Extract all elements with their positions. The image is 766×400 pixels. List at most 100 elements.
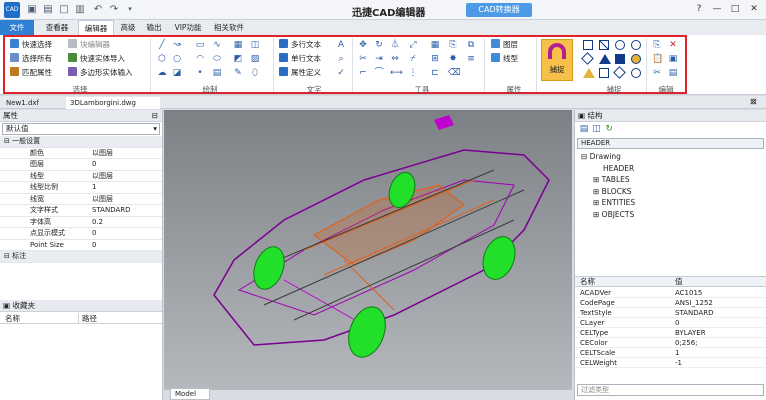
property-row[interactable]: 点显示模式 0	[0, 228, 162, 240]
region-icon[interactable]: ◫	[250, 40, 260, 50]
snap-button[interactable]: 捕捉	[541, 39, 573, 81]
close-button[interactable]: ✕	[745, 2, 763, 17]
help-button[interactable]: ?	[690, 2, 708, 17]
align-icon[interactable]: ≡	[466, 54, 476, 64]
grid-row[interactable]: CELWeight -1	[575, 358, 766, 368]
grid-row[interactable]: CLayer 0	[575, 318, 766, 328]
header-selector[interactable]: HEADER	[577, 138, 764, 149]
property-row[interactable]: 线型比例 1	[0, 182, 162, 194]
trim-icon[interactable]: ✂	[358, 54, 368, 64]
grid-row[interactable]: ACADVer AC1015	[575, 288, 766, 298]
break-icon[interactable]: ⌿	[408, 54, 418, 64]
measure-icon[interactable]: ✎	[233, 68, 243, 78]
match-properties-button[interactable]: 匹配属性	[10, 67, 52, 79]
save-icon[interactable]: ▣	[26, 3, 38, 16]
cad-converter-button[interactable]: CAD转换器	[466, 3, 532, 17]
ellipse-icon[interactable]: ⬭	[212, 54, 222, 64]
polygon-entity-input-button[interactable]: 多边形实体输入	[68, 67, 133, 79]
hatch-icon[interactable]: ▦	[233, 40, 243, 50]
revcloud-icon[interactable]: ☁	[157, 68, 167, 78]
tree-node-header[interactable]: HEADER	[581, 163, 766, 175]
rectangle-icon[interactable]: ▭	[195, 40, 205, 50]
grid-row[interactable]: CELTScale 1	[575, 348, 766, 358]
mirror-icon[interactable]: ⏃	[390, 40, 400, 50]
close-doc-icon[interactable]: ⊠	[750, 97, 757, 106]
grid-row[interactable]: CEColor 0;256;	[575, 338, 766, 348]
extend-icon[interactable]: ⇥	[374, 54, 384, 64]
property-row[interactable]: 图层 0	[0, 159, 162, 171]
polyline-icon[interactable]: ↝	[172, 40, 182, 50]
customize-icon[interactable]: ▾	[124, 3, 136, 16]
linetype-button[interactable]: 线型	[491, 53, 518, 65]
copy-icon[interactable]: ⎘	[652, 40, 662, 50]
boundary-icon[interactable]: ⬯	[250, 68, 260, 78]
attribute-definition-button[interactable]: 属性定义	[279, 67, 321, 79]
minimize-button[interactable]: —	[708, 2, 726, 17]
mtext-button[interactable]: 多行文本	[279, 39, 321, 51]
rotate-icon[interactable]: ↻	[374, 40, 384, 50]
image-icon[interactable]: ▨	[250, 54, 260, 64]
paste-icon[interactable]: 📋	[652, 54, 663, 64]
explode-icon[interactable]: ✸	[448, 54, 458, 64]
pin-icon[interactable]: ⊟	[152, 110, 158, 122]
stretch-icon[interactable]: ⇔	[390, 54, 400, 64]
polygon-icon[interactable]: ⬡	[157, 54, 167, 64]
fillet-icon[interactable]: ⌒	[374, 68, 384, 78]
doc-tab-lamborgini[interactable]: 3DLamborgini.dwg	[66, 97, 160, 109]
new-icon[interactable]: □	[58, 3, 70, 16]
snap-nearest-icon[interactable]	[631, 54, 641, 64]
grid-row[interactable]: TextStyle STANDARD	[575, 308, 766, 318]
filter-type-input[interactable]: 过滤类型	[577, 384, 764, 396]
snap-node-icon[interactable]	[615, 54, 625, 64]
redo-icon[interactable]: ↷	[108, 3, 120, 16]
property-row[interactable]: 字体高 0.2	[0, 217, 162, 228]
tree-view-icon[interactable]: ▤	[579, 124, 589, 134]
arc-icon[interactable]: ◠	[195, 54, 205, 64]
property-row[interactable]: Point Size 0	[0, 240, 162, 251]
tab-viewer[interactable]: 查看器	[40, 20, 74, 35]
grid-row[interactable]: CELType BYLAYER	[575, 328, 766, 338]
delete-icon[interactable]: ✕	[668, 40, 678, 50]
quick-entity-import-button[interactable]: 快速实体导入	[68, 53, 125, 65]
gradient-icon[interactable]: ◪	[172, 68, 182, 78]
join-icon[interactable]: ⊞	[430, 54, 440, 64]
scale-icon[interactable]: ⤢	[408, 40, 418, 50]
layer-button[interactable]: 图层	[491, 39, 518, 51]
property-row[interactable]: 线宽 以图层	[0, 194, 162, 205]
model-tab[interactable]: Model	[170, 388, 210, 400]
open-icon[interactable]: ▤	[42, 3, 54, 16]
point-icon[interactable]: •	[195, 68, 205, 78]
snap-intersection-icon[interactable]	[599, 40, 609, 50]
circle-icon[interactable]: ○	[172, 54, 182, 64]
copy-tool-icon[interactable]: ⎘	[448, 40, 458, 50]
snap-perpendicular-icon[interactable]	[583, 68, 595, 78]
array-icon[interactable]: ▦	[430, 40, 440, 50]
text-style-icon[interactable]: A	[336, 40, 346, 50]
wipeout-icon[interactable]: ◩	[233, 54, 243, 64]
property-row[interactable]: 文字样式 STANDARD	[0, 205, 162, 217]
find-text-icon[interactable]: ⌕	[336, 54, 346, 64]
tree-node-tables[interactable]: ⊞ TABLES	[581, 174, 766, 186]
refresh-icon[interactable]: ↻	[604, 124, 614, 134]
spline-icon[interactable]: ∿	[212, 40, 222, 50]
tab-file[interactable]: 文件	[0, 20, 34, 35]
move-icon[interactable]: ✥	[358, 40, 368, 50]
tree-node-blocks[interactable]: ⊞ BLOCKS	[581, 186, 766, 198]
undo-icon[interactable]: ↶	[92, 3, 104, 16]
snap-endpoint-icon[interactable]	[583, 40, 593, 50]
section-dimension[interactable]: ⊟ 标注	[0, 251, 162, 263]
measure-tool-icon[interactable]: ⊏	[430, 68, 440, 78]
drawing-canvas[interactable]	[164, 110, 572, 390]
lengthen-icon[interactable]: ⟷	[390, 68, 403, 78]
tab-output[interactable]: 输出	[142, 20, 166, 35]
maximize-button[interactable]: □	[726, 2, 744, 17]
divide-icon[interactable]: ⋮	[408, 68, 418, 78]
grid-view-icon[interactable]: ◫	[592, 124, 602, 134]
tab-editor[interactable]: 编辑器	[78, 20, 114, 35]
property-row[interactable]: 线型 以图层	[0, 171, 162, 182]
grid-row[interactable]: CodePage ANSI_1252	[575, 298, 766, 308]
properties-dropdown[interactable]: 默认值 ▾	[2, 123, 160, 135]
doc-tab-new1[interactable]: New1.dxf	[2, 97, 64, 109]
clipboard-icon[interactable]: ▤	[668, 68, 678, 78]
chamfer-icon[interactable]: ⌐	[358, 68, 368, 78]
